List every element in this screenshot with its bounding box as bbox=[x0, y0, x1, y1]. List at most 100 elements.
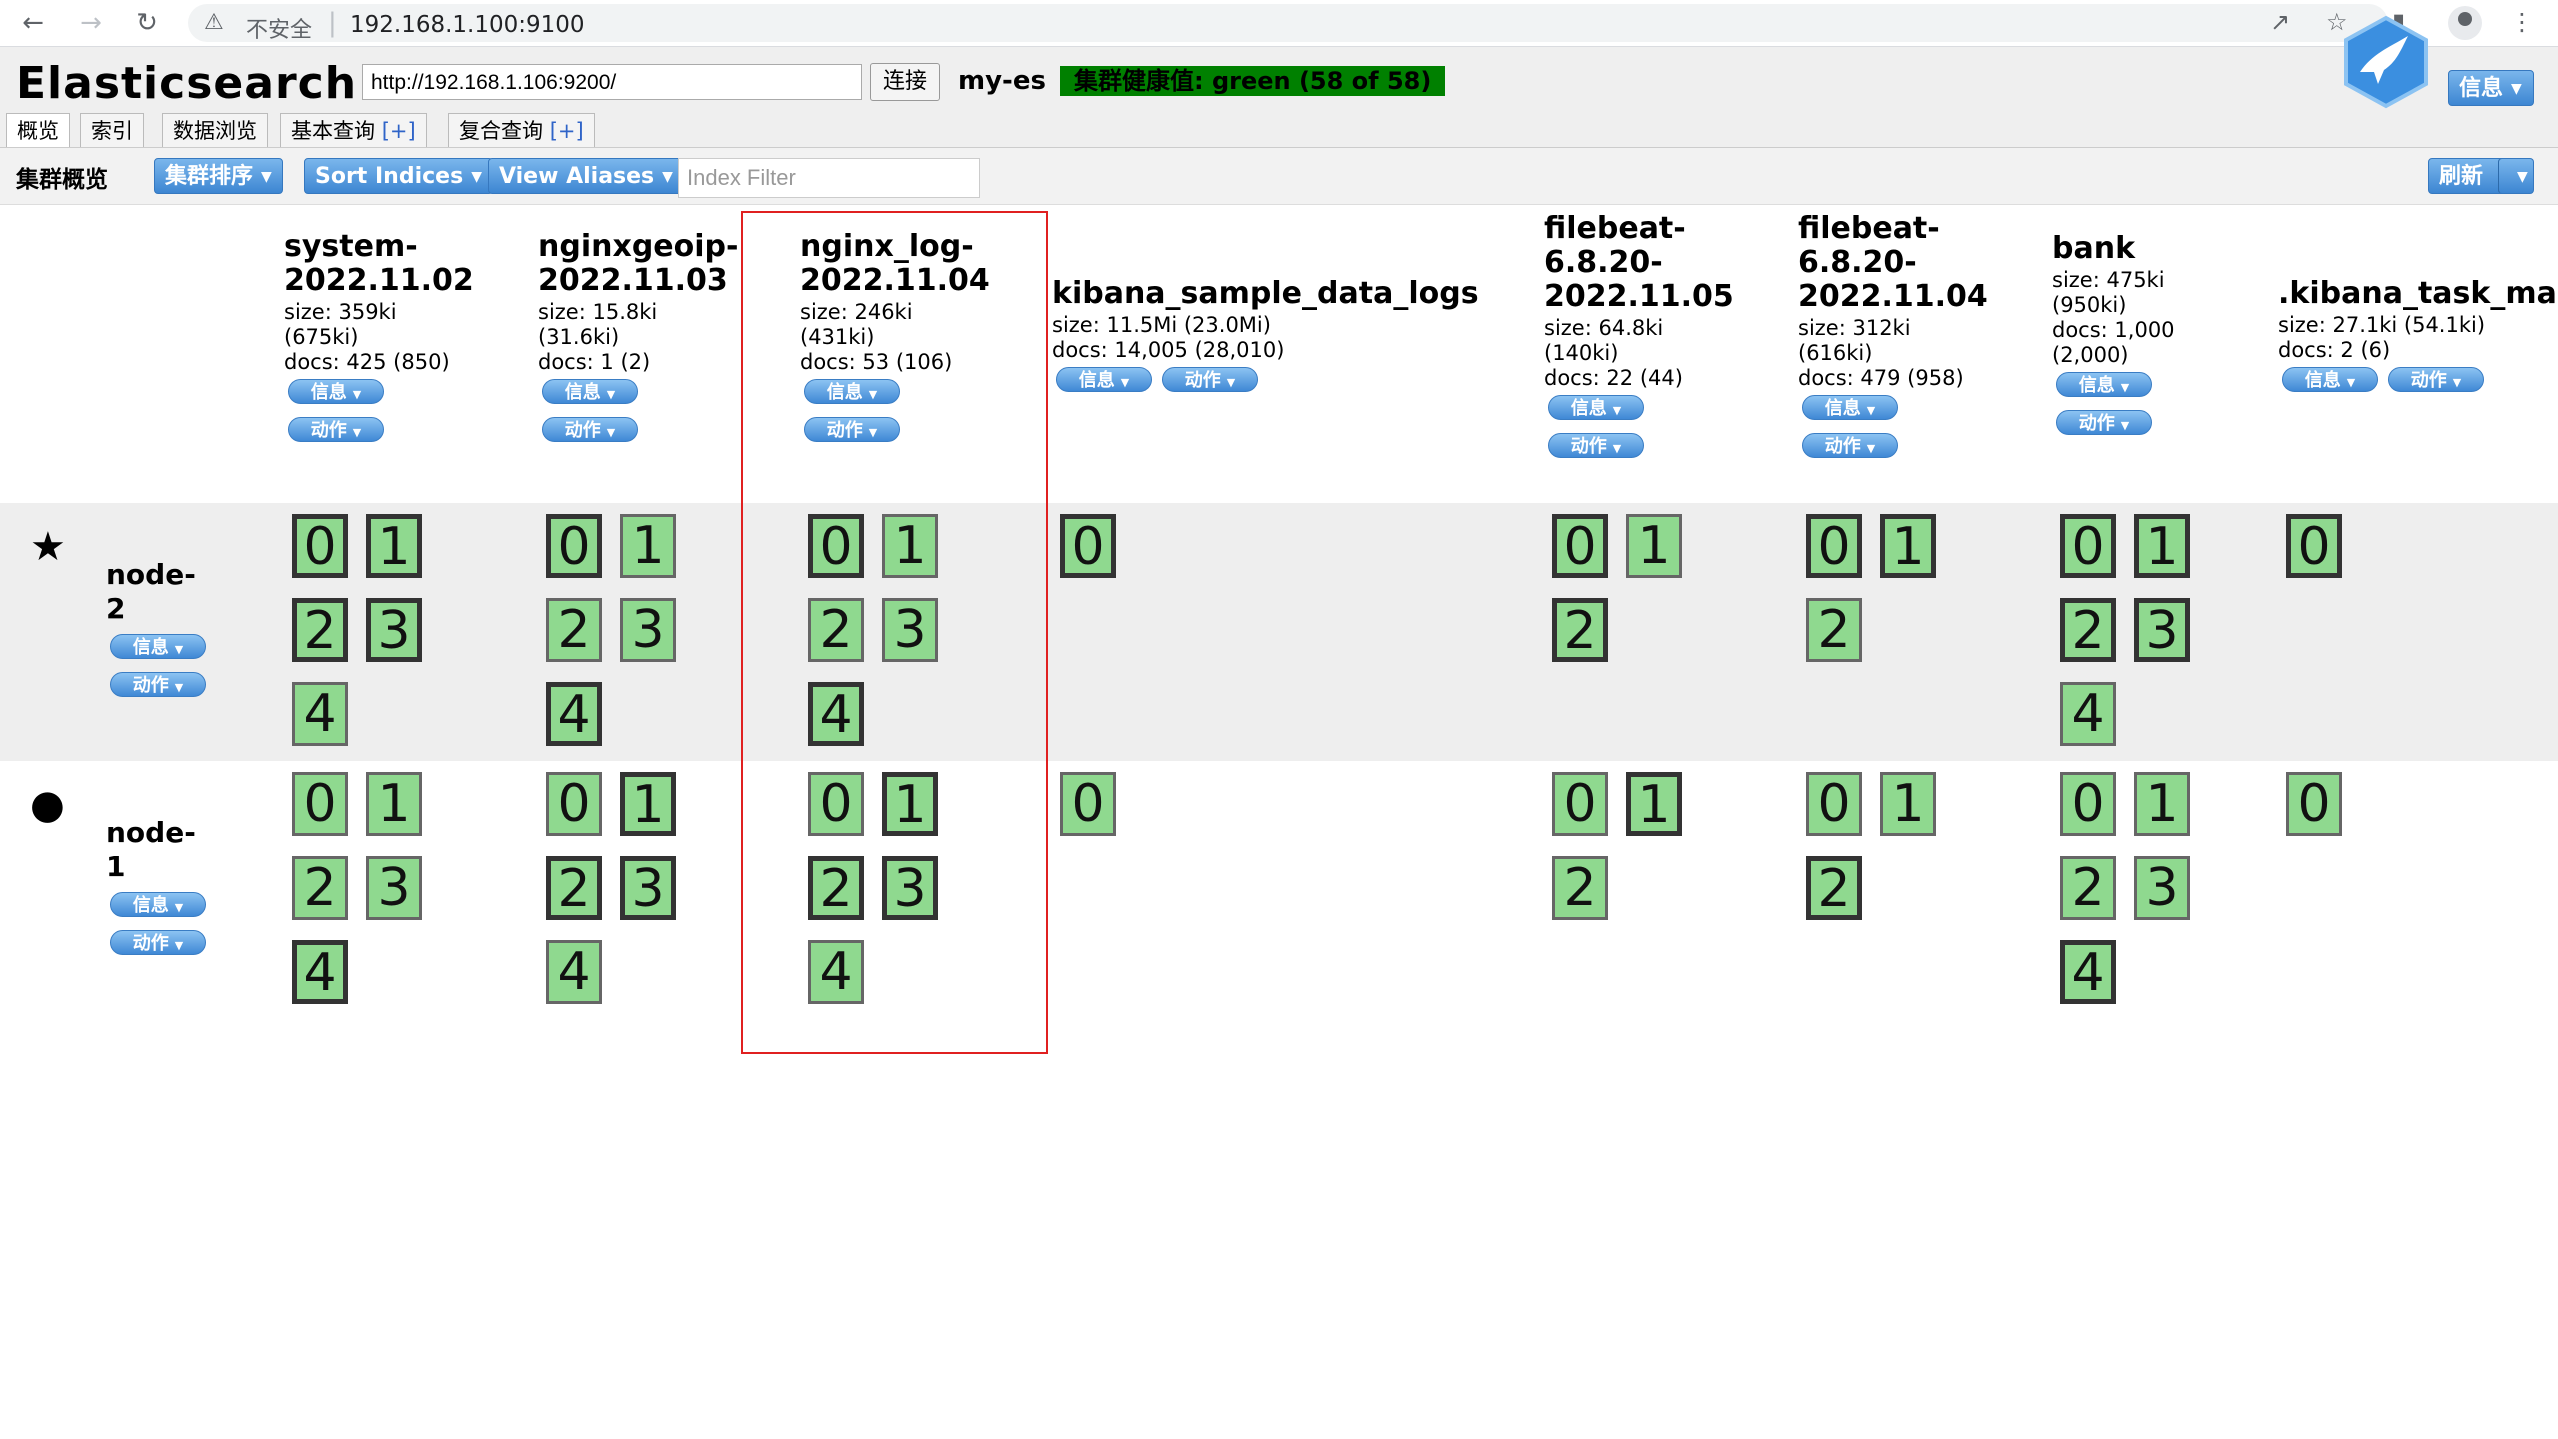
shard-box[interactable]: 0 bbox=[2060, 514, 2116, 578]
share-icon[interactable]: ↗ bbox=[2270, 8, 2290, 36]
shard-box[interactable]: 2 bbox=[292, 856, 348, 920]
shard-box[interactable]: 4 bbox=[546, 940, 602, 1004]
connection-url-input[interactable]: http://192.168.1.106:9200/ bbox=[362, 64, 862, 100]
node-info-button[interactable]: 信息 ▼ bbox=[110, 892, 206, 917]
shard-box[interactable]: 4 bbox=[2060, 682, 2116, 746]
index-info-button[interactable]: 信息 ▼ bbox=[1548, 395, 1644, 420]
index-action-button[interactable]: 动作 ▼ bbox=[288, 417, 384, 442]
shard-box[interactable]: 1 bbox=[1626, 772, 1682, 836]
shard-box[interactable]: 4 bbox=[546, 682, 602, 746]
tab-basic-query[interactable]: 基本查询 [+] bbox=[280, 113, 427, 147]
overview-title: 集群概览 bbox=[16, 167, 108, 193]
shard-box[interactable]: 4 bbox=[2060, 940, 2116, 1004]
shard-box[interactable]: 2 bbox=[1806, 598, 1862, 662]
shard-box[interactable]: 1 bbox=[2134, 772, 2190, 836]
sort-indices-button[interactable]: Sort Indices ▼ bbox=[304, 158, 493, 194]
shard-box[interactable]: 2 bbox=[546, 856, 602, 920]
shard-box[interactable]: 1 bbox=[1880, 514, 1936, 578]
index-info-button[interactable]: 信息 ▼ bbox=[2282, 367, 2378, 392]
index-filter-input[interactable]: Index Filter bbox=[678, 158, 980, 198]
shard-box[interactable]: 0 bbox=[292, 772, 348, 836]
index-info-button[interactable]: 信息 ▼ bbox=[288, 379, 384, 404]
address-bar[interactable]: ⚠ 不安全 | 192.168.1.100:9100 bbox=[188, 4, 2388, 43]
tab-indices[interactable]: 索引 bbox=[80, 113, 144, 147]
shard-box[interactable]: 0 bbox=[292, 514, 348, 578]
shard-box[interactable]: 1 bbox=[366, 514, 422, 578]
shard-box[interactable]: 0 bbox=[546, 514, 602, 578]
tab-label: 概览 bbox=[17, 119, 59, 143]
index-action-button[interactable]: 动作 ▼ bbox=[2056, 410, 2152, 435]
shard-box[interactable]: 1 bbox=[2134, 514, 2190, 578]
shard-box[interactable]: 0 bbox=[1806, 514, 1862, 578]
forward-arrow-icon[interactable]: → bbox=[74, 6, 108, 40]
chevron-down-icon: ▼ bbox=[2452, 376, 2462, 389]
shard-box[interactable]: 2 bbox=[2060, 598, 2116, 662]
shard-box[interactable]: 0 bbox=[2060, 772, 2116, 836]
shard-box[interactable]: 2 bbox=[1806, 856, 1862, 920]
shard-box[interactable]: 0 bbox=[1060, 514, 1116, 578]
tab-add[interactable]: [+] bbox=[382, 119, 416, 143]
index-action-button[interactable]: 动作 ▼ bbox=[2388, 367, 2484, 392]
index-action-button[interactable]: 动作 ▼ bbox=[1548, 433, 1644, 458]
shard-box[interactable]: 3 bbox=[620, 856, 676, 920]
tab-browser[interactable]: 数据浏览 bbox=[162, 113, 268, 147]
shard-box[interactable]: 0 bbox=[2286, 772, 2342, 836]
back-arrow-icon[interactable]: ← bbox=[16, 6, 50, 40]
cluster-sort-button[interactable]: 集群排序 ▼ bbox=[154, 158, 283, 194]
node-action-button[interactable]: 动作 ▼ bbox=[110, 930, 206, 955]
shard-box[interactable]: 0 bbox=[1806, 772, 1862, 836]
profile-avatar-icon[interactable] bbox=[2448, 6, 2482, 40]
chevron-down-icon: ▼ bbox=[1612, 442, 1622, 455]
index-action-button[interactable]: 动作 ▼ bbox=[1162, 367, 1258, 392]
shard-box[interactable]: 1 bbox=[1626, 514, 1682, 578]
tab-overview[interactable]: 概览 bbox=[6, 113, 70, 149]
index-info-button[interactable]: 信息 ▼ bbox=[542, 379, 638, 404]
shard-box[interactable]: 0 bbox=[2286, 514, 2342, 578]
shard-box[interactable]: 2 bbox=[546, 598, 602, 662]
refresh-dropdown[interactable]: ▼ bbox=[2498, 158, 2534, 194]
pill-label: 信息 bbox=[1824, 398, 1861, 419]
index-info-button[interactable]: 信息 ▼ bbox=[2056, 372, 2152, 397]
node-action-button[interactable]: 动作 ▼ bbox=[110, 672, 206, 697]
shard-box[interactable]: 0 bbox=[546, 772, 602, 836]
shard-box[interactable]: 1 bbox=[1880, 772, 1936, 836]
view-aliases-button[interactable]: View Aliases ▼ bbox=[488, 158, 684, 194]
reload-icon[interactable]: ↻ bbox=[130, 6, 164, 40]
connect-button[interactable]: 连接 bbox=[870, 63, 940, 101]
index-info-button[interactable]: 信息 ▼ bbox=[1802, 395, 1898, 420]
index-info-button[interactable]: 信息 ▼ bbox=[1056, 367, 1152, 392]
shard-box[interactable]: 1 bbox=[620, 772, 676, 836]
shard-box[interactable]: 3 bbox=[2134, 856, 2190, 920]
tab-label: 复合查询 bbox=[459, 119, 543, 143]
shard-box[interactable]: 3 bbox=[2134, 598, 2190, 662]
pill-label: 信息 bbox=[2078, 375, 2115, 396]
shard-box[interactable]: 2 bbox=[1552, 856, 1608, 920]
index-meta: size: 359ki bbox=[284, 300, 397, 324]
shard-box[interactable]: 2 bbox=[292, 598, 348, 662]
shard-box[interactable]: 1 bbox=[620, 514, 676, 578]
chevron-down-icon: ▼ bbox=[174, 643, 184, 656]
index-action-button[interactable]: 动作 ▼ bbox=[542, 417, 638, 442]
menu-kebab-icon[interactable]: ⋮ bbox=[2510, 8, 2534, 36]
shard-box[interactable]: 2 bbox=[1552, 598, 1608, 662]
shard-box[interactable]: 4 bbox=[292, 682, 348, 746]
shard-box[interactable]: 2 bbox=[2060, 856, 2116, 920]
chevron-down-icon: ▼ bbox=[662, 169, 673, 185]
index-action-button[interactable]: 动作 ▼ bbox=[1802, 433, 1898, 458]
tab-complex-query[interactable]: 复合查询 [+] bbox=[448, 113, 595, 147]
tab-add[interactable]: [+] bbox=[550, 119, 584, 143]
chevron-down-icon: ▼ bbox=[2120, 419, 2130, 432]
shard-box[interactable]: 3 bbox=[366, 598, 422, 662]
pill-label: 信息 bbox=[310, 382, 347, 403]
info-menu-button[interactable]: 信息 ▼ bbox=[2448, 70, 2534, 106]
index-meta: (31.6ki) bbox=[538, 325, 620, 349]
shard-box[interactable]: 3 bbox=[620, 598, 676, 662]
shard-box[interactable]: 0 bbox=[1552, 772, 1608, 836]
shard-box[interactable]: 4 bbox=[292, 940, 348, 1004]
shard-box[interactable]: 0 bbox=[1552, 514, 1608, 578]
shard-box[interactable]: 1 bbox=[366, 772, 422, 836]
shard-box[interactable]: 0 bbox=[1060, 772, 1116, 836]
node-info-button[interactable]: 信息 ▼ bbox=[110, 634, 206, 659]
chevron-down-icon: ▼ bbox=[174, 939, 184, 952]
shard-box[interactable]: 3 bbox=[366, 856, 422, 920]
